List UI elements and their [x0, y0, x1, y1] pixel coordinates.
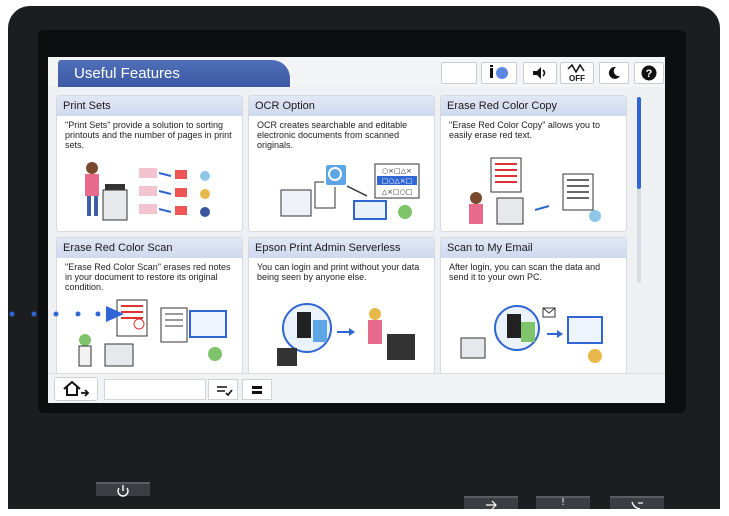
page-title: Useful Features [58, 60, 290, 87]
status-slot [104, 379, 206, 400]
scan-to-email-illustration [460, 305, 603, 363]
fax-icon [631, 501, 643, 510]
moon-icon [608, 66, 620, 79]
card-title: Scan to My Email [441, 238, 626, 258]
svg-text:?: ? [646, 68, 653, 80]
job-status-button[interactable] [208, 379, 238, 400]
card-title: OCR Option [249, 96, 434, 116]
home-button[interactable] [54, 377, 98, 401]
ocr-symbols-line-1: ○×□△× [382, 167, 412, 175]
printer-status-icon [252, 386, 262, 394]
wave-icon [567, 63, 585, 74]
touch-screen: Useful Features OFF ? Print Sets "Print … [48, 57, 665, 403]
ocr-symbols-line-3: △×□○□ [382, 188, 413, 196]
card-description: OCR creates searchable and editable elec… [257, 120, 408, 150]
volume-button[interactable] [523, 62, 557, 84]
pointer-dots [9, 306, 124, 322]
card-title: Print Sets [57, 96, 242, 116]
blank-status-button[interactable] [441, 62, 477, 84]
card-description: "Erase Red Color Copy" allows you to eas… [449, 120, 600, 140]
sound-off-label: OFF [569, 74, 585, 83]
sound-off-button[interactable]: OFF [560, 62, 594, 84]
card-description: You can login and print without your dat… [257, 262, 420, 282]
data-icon [486, 500, 497, 510]
home-icon [63, 380, 90, 397]
help-icon: ? [641, 65, 657, 81]
power-icon [117, 485, 129, 497]
card-description: "Print Sets" provide a solution to sorti… [65, 120, 232, 150]
print-admin-illustration [277, 303, 415, 366]
feature-card-epson-print-admin-serverless[interactable]: Epson Print Admin Serverless You can log… [248, 237, 435, 374]
scroll-thumb[interactable] [637, 97, 641, 189]
job-status-icon [217, 386, 233, 397]
bottom-bar [48, 373, 665, 403]
printer-status-button[interactable] [242, 379, 272, 400]
card-title: Erase Red Color Scan [57, 238, 242, 258]
volume-icon [533, 67, 546, 79]
feature-card-print-sets[interactable]: Print Sets "Print Sets" provide a soluti… [56, 95, 243, 232]
header-bar: Useful Features OFF ? [48, 57, 665, 87]
print-sets-illustration [85, 162, 210, 221]
ocr-symbols-line-2: □○△×□ [382, 177, 413, 185]
error-indicator: ! [536, 496, 590, 509]
info-icon [490, 65, 508, 79]
feature-card-ocr-option[interactable]: OCR Option OCR creates searchable and ed… [248, 95, 435, 232]
power-button[interactable] [96, 482, 150, 497]
erase-red-copy-illustration [469, 157, 601, 225]
sleep-button[interactable] [599, 62, 629, 84]
card-description: "Erase Red Color Scan" erases red notes … [65, 262, 231, 292]
ocr-illustration: ○×□△× □○△×□ △×□○□ [280, 163, 420, 220]
feature-card-scan-to-my-email[interactable]: Scan to My Email After login, you can sc… [440, 237, 627, 374]
data-indicator [464, 496, 518, 510]
help-button[interactable]: ? [634, 62, 664, 84]
card-description: After login, you can scan the data and s… [449, 262, 601, 282]
fax-indicator [610, 496, 664, 510]
card-title: Erase Red Color Copy [441, 96, 626, 116]
card-title: Epson Print Admin Serverless [249, 238, 434, 258]
info-button[interactable] [481, 62, 517, 84]
feature-grid: Print Sets "Print Sets" provide a soluti… [56, 95, 628, 374]
feature-card-erase-red-color-copy[interactable]: Erase Red Color Copy "Erase Red Color Co… [440, 95, 627, 232]
